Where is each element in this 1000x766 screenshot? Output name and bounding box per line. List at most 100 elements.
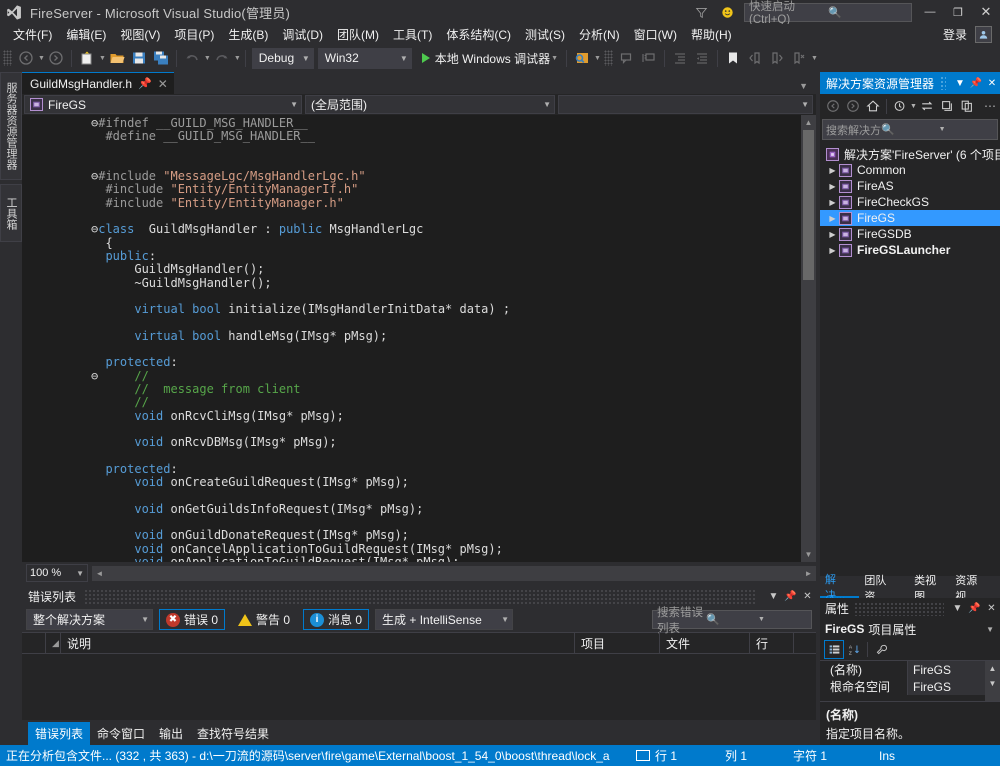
scrollbar-track[interactable]: [107, 566, 801, 581]
tree-expander[interactable]: ▶: [826, 198, 839, 207]
close-icon[interactable]: ✕: [983, 600, 1000, 617]
sidebar-item-toolbox[interactable]: 工具箱: [0, 184, 22, 242]
quick-launch-input[interactable]: 快速启动 (Ctrl+Q) 🔍: [744, 1, 912, 26]
pin-icon[interactable]: 📌: [968, 74, 984, 92]
tree-item-firegsdb[interactable]: ▶ FireGSDB: [820, 226, 1000, 242]
solution-configuration-dropdown[interactable]: Debug ▼: [251, 47, 314, 69]
menu-window[interactable]: 窗口(W): [627, 24, 684, 45]
comment-selection-icon[interactable]: [616, 47, 638, 69]
toggle-bookmark-icon[interactable]: [722, 47, 744, 69]
chevron-down-icon[interactable]: ▼: [765, 588, 782, 605]
tree-item-firegs[interactable]: ▶ FireGS: [820, 210, 1000, 226]
send-a-smile-icon[interactable]: [714, 0, 740, 24]
menu-tools[interactable]: 工具(T): [386, 24, 439, 45]
pin-icon[interactable]: 📌: [138, 77, 152, 90]
maximize-button[interactable]: ❐: [944, 0, 972, 24]
toolbar-overflow-icon[interactable]: ▼: [811, 55, 818, 62]
menu-analyze[interactable]: 分析(N): [572, 24, 627, 45]
solution-search-input[interactable]: 搜索解决方案资源管理器(Ctrl+;) 🔍 ▼: [822, 119, 998, 140]
scrollbar-thumb[interactable]: [803, 130, 814, 280]
tree-item-firegslauncher[interactable]: ▶ FireGSLauncher: [820, 242, 1000, 258]
third-scope-dropdown[interactable]: ▼: [558, 95, 813, 114]
chevron-down-icon[interactable]: ▼: [551, 55, 558, 62]
undo-dropdown-icon[interactable]: ▼: [204, 55, 211, 62]
menu-architecture[interactable]: 体系结构(C): [439, 24, 518, 45]
scroll-right-icon[interactable]: ►: [801, 566, 816, 581]
find-dropdown-icon[interactable]: ▼: [594, 55, 601, 62]
properties-object-selector[interactable]: FireGS 项目属性 ▼: [820, 619, 1000, 639]
editor-horizontal-scrollbar[interactable]: ◄ ►: [92, 565, 816, 581]
navigate-forward-icon[interactable]: [843, 96, 863, 116]
menu-edit[interactable]: 编辑(E): [59, 24, 113, 45]
tab-output[interactable]: 输出: [152, 722, 190, 745]
overflow-icon[interactable]: ⋯: [980, 96, 1000, 116]
property-row[interactable]: 根命名空间 FireGS: [820, 678, 1000, 695]
tab-resource-view[interactable]: 资源视...: [950, 575, 1000, 603]
zoom-level-dropdown[interactable]: 100 % ▼: [26, 564, 88, 582]
chevron-down-icon[interactable]: ▼: [952, 74, 968, 92]
panel-drag-area[interactable]: [854, 601, 944, 616]
next-bookmark-icon[interactable]: [766, 47, 788, 69]
tab-find-symbol-results[interactable]: 查找符号结果: [190, 722, 276, 745]
toolbar-grip[interactable]: [3, 50, 12, 66]
document-tab-guildmsghandler[interactable]: GuildMsgHandler.h 📌 ✕: [22, 72, 174, 94]
member-scope-dropdown[interactable]: (全局范围) ▼: [305, 95, 555, 114]
feedback-filter-icon[interactable]: [688, 0, 714, 24]
warnings-filter-button[interactable]: 警告 0: [231, 609, 297, 630]
new-item-dropdown-icon[interactable]: ▼: [99, 55, 106, 62]
alphabetical-sort-icon[interactable]: AZ: [844, 640, 864, 659]
sidebar-item-server-explorer[interactable]: 服务器资源管理器: [0, 72, 22, 180]
start-debugging-button[interactable]: 本地 Windows 调试器 ▼: [418, 47, 562, 69]
error-column-code-icon[interactable]: ◢: [46, 632, 61, 654]
panel-drag-area[interactable]: [84, 588, 757, 605]
chevron-down-icon[interactable]: ▼: [910, 103, 917, 110]
uncomment-selection-icon[interactable]: [638, 47, 660, 69]
close-button[interactable]: ✕: [972, 0, 1000, 24]
undo-icon[interactable]: [181, 47, 203, 69]
sign-in-button[interactable]: 登录: [935, 26, 975, 43]
scroll-down-icon[interactable]: ▼: [985, 676, 1000, 691]
home-icon[interactable]: [863, 96, 883, 116]
pin-icon[interactable]: 📌: [782, 588, 799, 605]
pending-changes-icon[interactable]: [890, 96, 910, 116]
menu-file[interactable]: 文件(F): [6, 24, 59, 45]
navigate-backward-dropdown-icon[interactable]: ▼: [38, 55, 45, 62]
error-column-description[interactable]: 说明: [61, 632, 575, 654]
chevron-down-icon[interactable]: ▼: [799, 81, 816, 94]
tree-expander[interactable]: ▶: [826, 166, 839, 175]
scroll-up-icon[interactable]: ▲: [801, 115, 816, 130]
menu-test[interactable]: 测试(S): [518, 24, 572, 45]
solution-platform-dropdown[interactable]: Win32 ▼: [317, 47, 412, 69]
user-account-icon[interactable]: [975, 26, 992, 43]
chevron-down-icon[interactable]: ▼: [755, 616, 807, 623]
project-scope-dropdown[interactable]: FireGS ▼: [24, 95, 302, 114]
find-in-files-icon[interactable]: [571, 47, 593, 69]
navigate-forward-icon[interactable]: [45, 47, 67, 69]
messages-filter-button[interactable]: i 消息 0: [303, 609, 370, 630]
categorized-view-icon[interactable]: [824, 640, 844, 659]
close-icon[interactable]: ✕: [158, 77, 168, 91]
tab-team-explorer[interactable]: 团队资...: [859, 575, 909, 603]
menu-view[interactable]: 视图(V): [113, 24, 167, 45]
solution-root-node[interactable]: 解决方案'FireServer' (6 个项目): [820, 146, 1000, 162]
tree-expander[interactable]: ▶: [826, 182, 839, 191]
pin-icon[interactable]: 📌: [966, 600, 983, 617]
chevron-down-icon[interactable]: ▼: [949, 600, 966, 617]
decrease-indent-icon[interactable]: [691, 47, 713, 69]
property-row[interactable]: (名称) FireGS: [820, 661, 1000, 678]
tab-command-window[interactable]: 命令窗口: [90, 722, 152, 745]
error-scope-dropdown[interactable]: 整个解决方案 ▼: [26, 609, 153, 630]
property-pages-wrench-icon[interactable]: [871, 640, 891, 659]
navigate-backward-icon[interactable]: [823, 96, 843, 116]
refresh-icon[interactable]: [937, 96, 957, 116]
close-icon[interactable]: ✕: [799, 588, 816, 605]
scroll-up-icon[interactable]: ▲: [985, 661, 1000, 676]
source-code-text[interactable]: ⊖#ifndef __GUILD_MSG_HANDLER__ #define _…: [91, 116, 510, 562]
properties-scrollbar[interactable]: ▲ ▼: [985, 661, 1000, 701]
menu-build[interactable]: 生成(B): [221, 24, 275, 45]
tab-solution-explorer[interactable]: 解决...: [820, 574, 860, 602]
show-all-files-icon[interactable]: [957, 96, 977, 116]
close-icon[interactable]: ✕: [984, 74, 1000, 92]
menu-team[interactable]: 团队(M): [330, 24, 386, 45]
scroll-left-icon[interactable]: ◄: [92, 566, 107, 581]
